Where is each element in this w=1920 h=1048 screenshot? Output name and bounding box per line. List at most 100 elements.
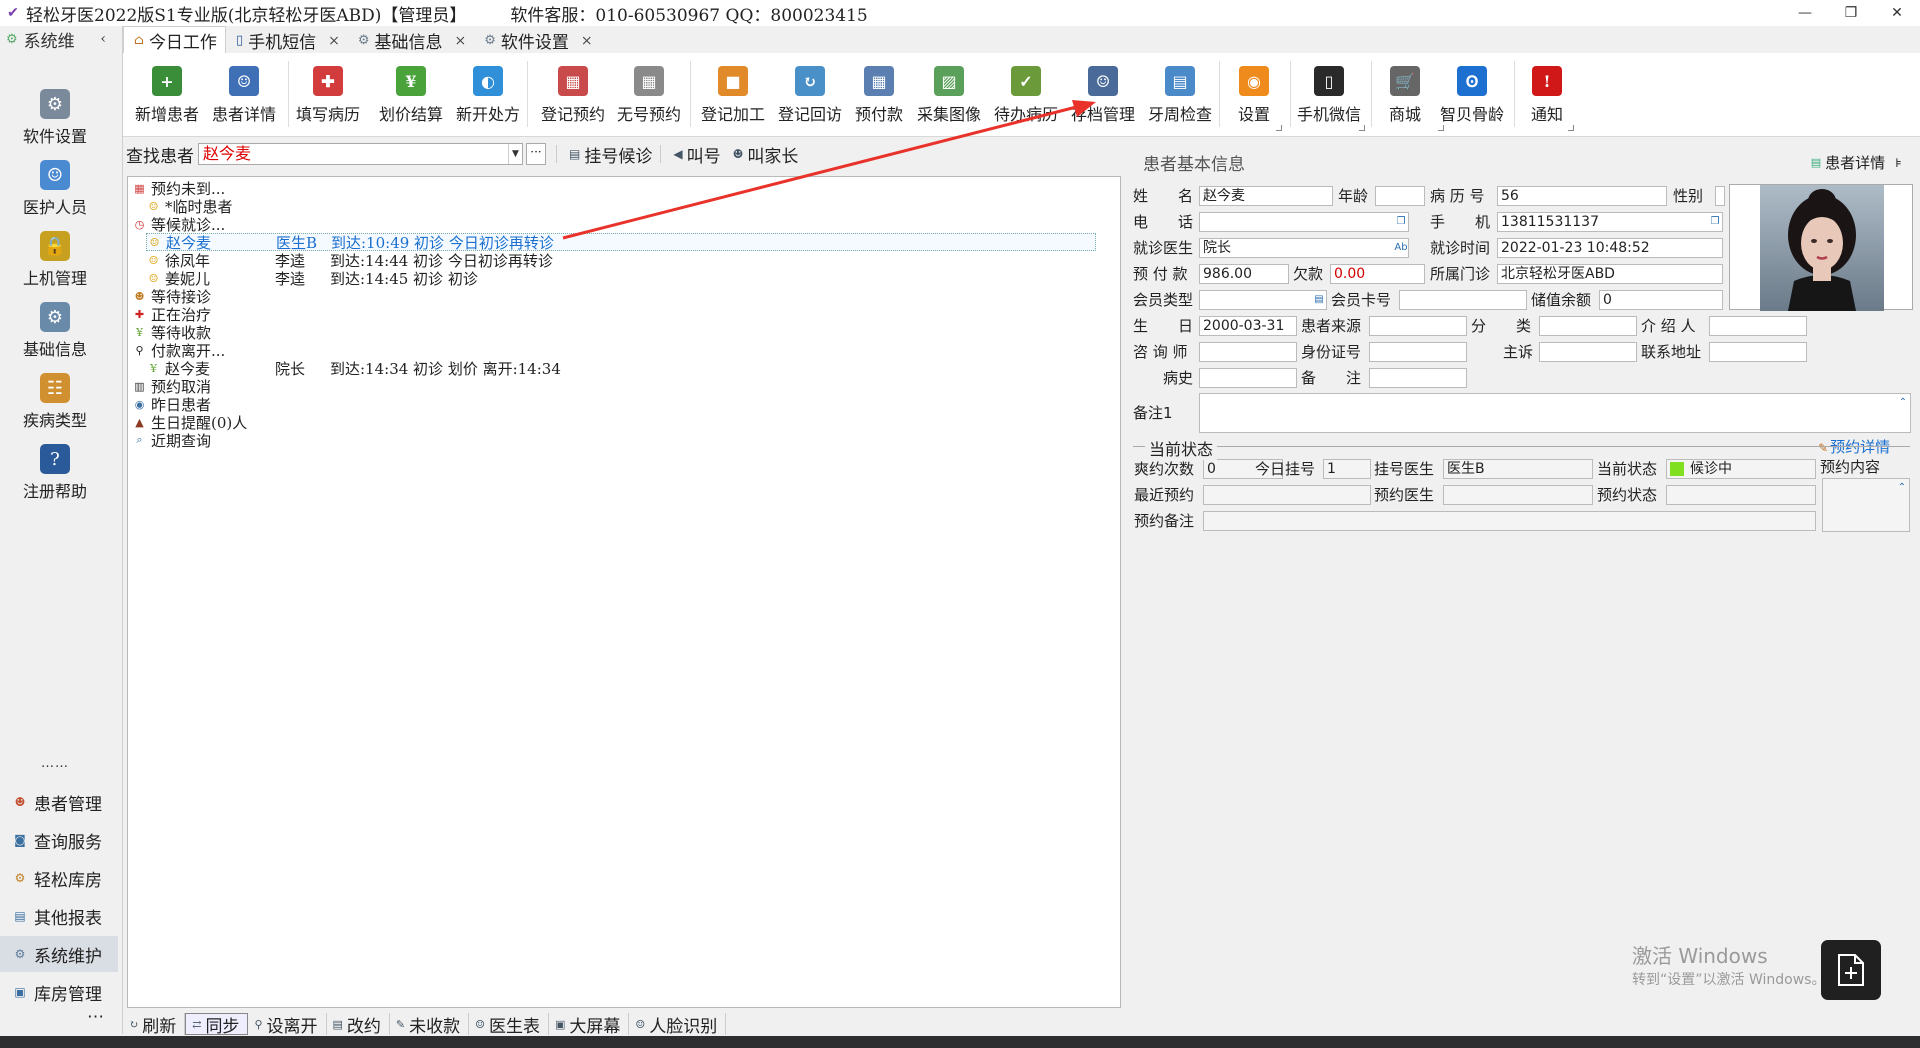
toolbar-button-4[interactable]: ¥ 划价结算 — [371, 59, 451, 125]
restore-button[interactable]: ❐ — [1828, 0, 1874, 26]
toolbar-button-6[interactable]: ▦ 登记预约 — [533, 59, 613, 125]
queue-patient-row[interactable]: ☺ 徐凤年 李逵 到达:14:44 初诊 今日初诊再转诊 — [146, 251, 553, 270]
bottom-button-6[interactable]: ☺ 医生表 — [469, 1013, 549, 1037]
pin-icon[interactable]: ⊧ — [1895, 156, 1902, 170]
minimize-button[interactable]: — — [1782, 0, 1828, 26]
register-wait-button[interactable]: ▤ 挂号候诊 — [569, 142, 652, 167]
tab-1[interactable]: ⌂ 今日工作 — [123, 26, 226, 53]
history-field[interactable] — [1199, 368, 1297, 388]
patient-search-input[interactable]: 赵今麦 ▼ — [198, 143, 523, 165]
chevron-left-icon[interactable]: ‹ — [100, 31, 106, 47]
call-parent-button[interactable]: ☻ 叫家长 — [733, 142, 799, 167]
complaint-field[interactable] — [1539, 342, 1637, 362]
toolbar-button-10[interactable]: ▦ 预付款 — [839, 59, 919, 125]
toolbar-button-13[interactable]: ☺ 存档管理 — [1063, 59, 1143, 125]
copy-icon[interactable]: ❐ — [1394, 213, 1408, 231]
toolbar-button-18[interactable]: Ꙩ 智贝骨龄 — [1432, 59, 1512, 125]
birthday-field[interactable]: 2000-03-31 — [1199, 316, 1297, 336]
sidebar-nav-3[interactable]: ⚙ 轻松库房 — [0, 860, 118, 896]
queue-patient-row[interactable]: ☺ 赵今麦 医生B 到达:10:49 初诊 今日初诊再转诊 — [146, 233, 1096, 252]
queue-group-row[interactable]: ☻ 等待接诊 — [132, 287, 211, 306]
toolbar-button-12[interactable]: ✓ 待办病历 — [986, 59, 1066, 125]
queue-group-row[interactable]: ⌕ 近期查询 — [132, 431, 211, 450]
queue-group-row[interactable]: ☺ *临时患者 — [146, 197, 233, 216]
sidebar-item-1[interactable]: ⚙ 软件设置 — [0, 76, 110, 147]
sidebar-nav-5[interactable]: ⚙ 系统维护 — [0, 936, 118, 972]
debt-field[interactable]: 0.00 — [1330, 264, 1425, 284]
toolbar-button-19[interactable]: ! 通知 — [1507, 59, 1587, 125]
toolbar-button-3[interactable]: ✚ 填写病历 — [288, 59, 368, 125]
bottom-button-1[interactable]: ↻ 刷新 — [123, 1013, 186, 1037]
gender-field[interactable] — [1715, 186, 1725, 206]
toolbar-button-11[interactable]: ▨ 采集图像 — [909, 59, 989, 125]
clinic-field[interactable]: 北京轻松牙医ABD — [1497, 264, 1723, 284]
sidebar-nav-1[interactable]: ☻ 患者管理 — [0, 784, 118, 820]
queue-group-row[interactable]: ▦ 预约未到... — [132, 179, 225, 198]
sidebar-item-2[interactable]: ☺ 医护人员 — [0, 147, 110, 218]
consultant-field[interactable] — [1199, 342, 1297, 362]
close-tab-icon[interactable]: × — [581, 33, 593, 49]
doctor-field[interactable]: 院长 Ab — [1199, 238, 1409, 258]
sidebar-item-5[interactable]: ☷ 疾病类型 — [0, 360, 110, 431]
id-card-field[interactable] — [1369, 342, 1467, 362]
copy-icon[interactable]: ❐ — [1708, 213, 1722, 231]
queue-group-row[interactable]: ✚ 正在治疗 — [132, 305, 211, 324]
category-field[interactable] — [1539, 316, 1637, 336]
call-number-button[interactable]: ◀ 叫号 — [673, 142, 720, 167]
tab-2[interactable]: ▯ 手机短信 × — [226, 28, 348, 54]
queue-group-row[interactable]: ▲ 生日提醒(0)人 — [132, 413, 247, 432]
bottom-button-5[interactable]: ✎ 未收款 — [390, 1013, 470, 1037]
source-field[interactable] — [1369, 316, 1467, 336]
tab-3[interactable]: ⚙ 基础信息 × — [348, 28, 474, 54]
remark1-field[interactable]: ⌃ — [1199, 393, 1911, 433]
queue-group-row[interactable]: ⚲ 付款离开... — [132, 341, 225, 360]
group-launcher-icon[interactable] — [1568, 125, 1574, 131]
patient-detail-link[interactable]: ▤ 患者详情 ⊧ — [1811, 152, 1902, 173]
toolbar-button-5[interactable]: ◐ 新开处方 — [448, 59, 528, 125]
address-field[interactable] — [1709, 342, 1807, 362]
queue-group-row[interactable]: ▥ 预约取消 — [132, 377, 211, 396]
sidebar-more-button[interactable]: ⋯ — [0, 999, 118, 1035]
record-no-field[interactable]: 56 — [1497, 186, 1667, 206]
member-type-field[interactable]: ▤ — [1199, 290, 1327, 310]
toolbar-button-7[interactable]: ▦ 无号预约 — [609, 59, 689, 125]
toolbar-button-14[interactable]: ▤ 牙周检查 — [1140, 59, 1220, 125]
referrer-field[interactable] — [1709, 316, 1807, 336]
dropdown-arrow-icon[interactable]: ▼ — [508, 144, 522, 164]
scroll-icon[interactable]: ⌃ — [1896, 394, 1910, 412]
close-button[interactable]: ✕ — [1874, 0, 1920, 26]
member-picker-icon[interactable]: ▤ — [1312, 291, 1326, 309]
patient-photo[interactable] — [1729, 184, 1913, 311]
queue-patient-row[interactable]: ¥ 赵今麦 院长 到达:14:34 初诊 划价 离开:14:34 — [146, 359, 561, 378]
group-launcher-icon[interactable] — [1276, 125, 1282, 131]
toolbar-button-16[interactable]: ▯ 手机微信 — [1289, 59, 1369, 125]
floating-add-button[interactable] — [1821, 940, 1881, 1000]
balance-field[interactable]: 0 — [1599, 290, 1723, 310]
close-tab-icon[interactable]: × — [454, 33, 466, 49]
name-field[interactable]: 赵今麦 — [1199, 186, 1333, 206]
sidebar-nav-2[interactable]: ◙ 查询服务 — [0, 822, 118, 858]
mobile-field[interactable]: 13811531137 ❐ — [1497, 212, 1723, 232]
sidebar-item-4[interactable]: ⚙ 基础信息 — [0, 289, 110, 360]
age-field[interactable] — [1375, 186, 1425, 206]
sidebar-item-3[interactable]: 🔒 上机管理 — [0, 218, 110, 289]
sidebar-nav-4[interactable]: ▤ 其他报表 — [0, 898, 118, 934]
queue-group-row[interactable]: ¥ 等待收款 — [132, 323, 211, 342]
member-card-field[interactable] — [1399, 290, 1527, 310]
bottom-button-2[interactable]: ⇄ 同步 — [185, 1013, 249, 1037]
close-tab-icon[interactable]: × — [328, 33, 340, 49]
bottom-button-8[interactable]: ☺ 人脸识别 — [629, 1013, 727, 1037]
group-launcher-icon[interactable] — [1359, 125, 1365, 131]
toolbar-button-15[interactable]: ◉ 设置 — [1214, 59, 1294, 125]
search-more-button[interactable]: ··· — [526, 143, 546, 165]
queue-patient-row[interactable]: ☺ 姜妮儿 李逵 到达:14:45 初诊 初诊 — [146, 269, 478, 288]
prepay-field[interactable]: 986.00 — [1199, 264, 1289, 284]
tab-4[interactable]: ⚙ 软件设置 × — [474, 28, 600, 54]
bottom-button-7[interactable]: ▣ 大屏幕 — [549, 1013, 630, 1037]
phone-field[interactable]: ❐ — [1199, 212, 1409, 232]
bottom-button-3[interactable]: ⚲ 设离开 — [248, 1013, 327, 1037]
toolbar-button-2[interactable]: ☺ 患者详情 — [204, 59, 284, 125]
toolbar-button-9[interactable]: ↻ 登记回访 — [770, 59, 850, 125]
queue-group-row[interactable]: ◷ 等候就诊... — [132, 215, 226, 234]
sidebar-dots[interactable]: …… — [0, 756, 110, 771]
